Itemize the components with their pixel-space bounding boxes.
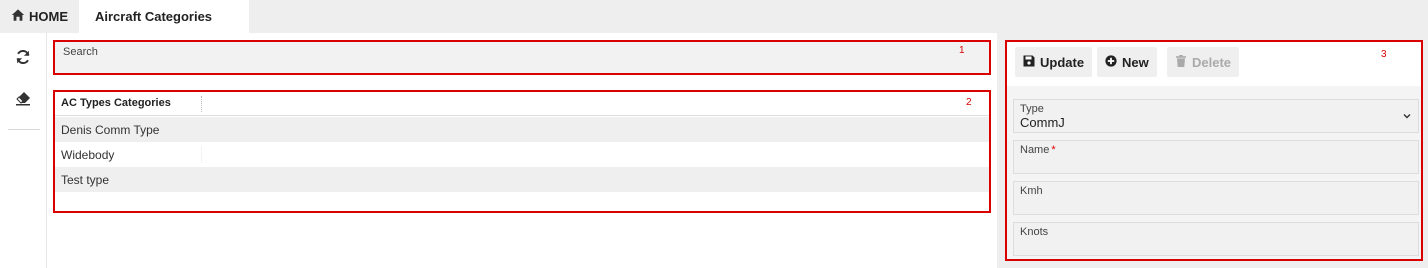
delete-label: Delete: [1192, 54, 1232, 70]
eraser-icon: [15, 90, 31, 111]
table-row[interactable]: Widebody: [55, 142, 989, 167]
clear-button[interactable]: [11, 88, 35, 112]
table-header: AC Types Categories: [55, 92, 989, 116]
table-cell: Denis Comm Type: [61, 122, 160, 137]
search-label: Search: [63, 46, 98, 58]
type-select[interactable]: Type CommJ: [1013, 99, 1419, 133]
name-field[interactable]: Name *: [1013, 140, 1419, 174]
refresh-icon: [15, 49, 31, 70]
table-row[interactable]: Denis Comm Type: [55, 117, 989, 142]
annotation-3: 3: [1381, 49, 1387, 60]
delete-button[interactable]: Delete: [1167, 47, 1240, 77]
plus-circle-icon: [1105, 54, 1117, 70]
new-button[interactable]: New: [1097, 47, 1157, 77]
new-label: New: [1122, 54, 1149, 70]
annotation-1: 1: [959, 45, 965, 56]
column-header-ac-types-categories[interactable]: AC Types Categories: [61, 97, 171, 109]
tab-home[interactable]: HOME: [0, 0, 79, 33]
knots-field[interactable]: Knots: [1013, 222, 1419, 256]
kmh-field[interactable]: Kmh: [1013, 181, 1419, 215]
refresh-button[interactable]: [11, 47, 35, 71]
trash-icon: [1175, 54, 1187, 70]
column-resize-handle[interactable]: [201, 96, 202, 112]
left-toolbar: [0, 33, 47, 268]
name-label: Name *: [1020, 144, 1056, 156]
annotation-2: 2: [966, 97, 972, 108]
name-label-text: Name: [1020, 144, 1050, 156]
tab-home-label: HOME: [29, 9, 68, 24]
update-label: Update: [1040, 54, 1085, 70]
save-icon: [1023, 55, 1035, 70]
tab-active-label: Aircraft Categories: [95, 9, 213, 24]
ac-types-table: AC Types Categories 2 Denis Comm Type Wi…: [53, 90, 991, 213]
kmh-input[interactable]: [1020, 198, 1410, 212]
update-button[interactable]: Update: [1015, 47, 1093, 77]
tab-aircraft-categories[interactable]: Aircraft Categories: [79, 0, 249, 33]
search-input[interactable]: [61, 58, 961, 73]
type-value: CommJ: [1020, 115, 1065, 130]
tab-bar: HOME Aircraft Categories: [0, 0, 1428, 33]
detail-toolbar: Update New Delete: [1007, 42, 1421, 86]
knots-input[interactable]: [1020, 239, 1410, 253]
home-icon: [11, 8, 25, 25]
table-cell: Widebody: [61, 147, 115, 162]
name-input[interactable]: [1020, 157, 1410, 171]
table-cell: Test type: [61, 172, 110, 187]
toolbar-divider: [8, 129, 40, 130]
table-row[interactable]: Test type: [55, 167, 989, 192]
cell-divider: [201, 146, 202, 163]
search-panel: Search 1: [53, 40, 991, 75]
required-marker: *: [1051, 144, 1056, 156]
kmh-label: Kmh: [1020, 185, 1043, 197]
knots-label: Knots: [1020, 226, 1049, 238]
detail-panel: Update New Delete 3 Type CommJ Name * Kmh: [1005, 40, 1423, 261]
type-label: Type: [1020, 103, 1044, 115]
